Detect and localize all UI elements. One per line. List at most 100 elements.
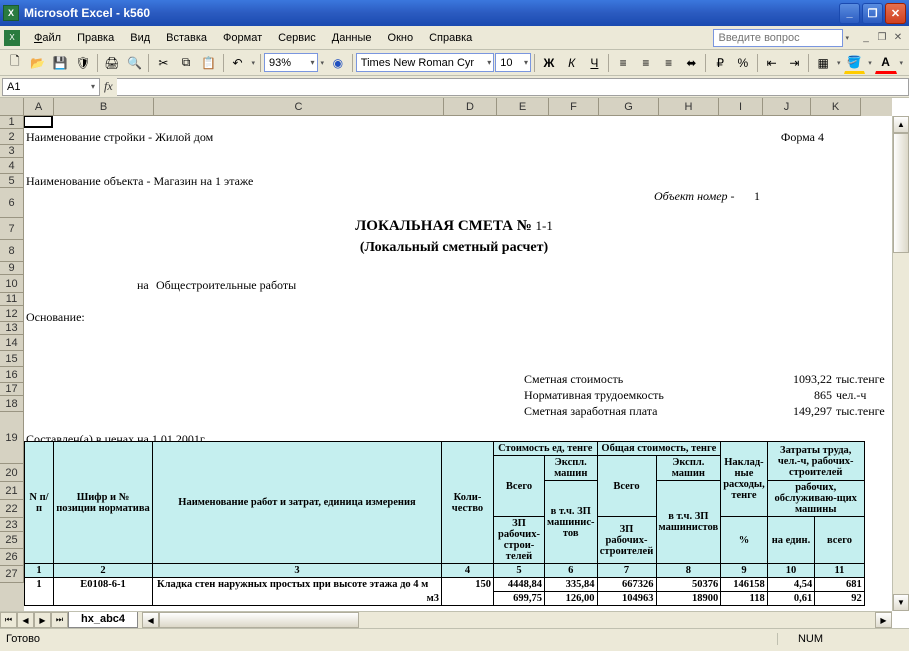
formula-input[interactable] [117,78,909,96]
row-header[interactable]: 12 [0,306,24,322]
align-center-icon[interactable]: ≡ [635,52,657,74]
hscroll-thumb[interactable] [159,612,359,628]
row-header[interactable]: 2 [0,129,24,145]
indent-increase-icon[interactable]: ⇥ [784,52,806,74]
row-header[interactable]: 27 [0,566,24,583]
row-header[interactable]: 6 [0,188,24,218]
column-header[interactable]: C [154,98,444,116]
row-header[interactable]: 15 [0,351,24,367]
sheet-tab-active[interactable]: hx_abc4 [68,612,138,628]
doc-restore-button[interactable]: ❐ [875,31,889,45]
menu-file[interactable]: Файл [26,29,69,47]
help-dropdown-icon[interactable]: ▾ [843,34,851,42]
fontsize-combo[interactable]: 10 [495,53,531,72]
align-left-icon[interactable]: ≡ [612,52,634,74]
column-header[interactable]: I [719,98,763,116]
row-header[interactable]: 22 [0,500,24,518]
doc-close-button[interactable]: ✕ [891,31,905,45]
row-header[interactable]: 25 [0,532,24,549]
tab-next-button[interactable]: ▶ [34,612,51,628]
print-preview-icon[interactable]: 🔍 [124,52,146,74]
scroll-up-button[interactable]: ▲ [893,116,909,133]
fillcolor-dropdown-icon[interactable]: ▾ [866,59,874,67]
column-header[interactable]: F [549,98,599,116]
align-right-icon[interactable]: ≡ [658,52,680,74]
row-header[interactable]: 11 [0,293,24,306]
cut-icon[interactable]: ✂ [152,52,174,74]
row-header[interactable]: 5 [0,174,24,188]
scroll-down-button[interactable]: ▼ [893,594,909,611]
borders-dropdown-icon[interactable]: ▾ [835,59,843,67]
close-button[interactable]: ✕ [885,3,906,24]
menu-view[interactable]: Вид [122,29,158,47]
open-file-icon[interactable]: 📂 [27,52,49,74]
tab-prev-button[interactable]: ◀ [17,612,34,628]
column-header[interactable]: H [659,98,719,116]
borders-icon[interactable]: ▦ [812,52,834,74]
undo-dropdown-icon[interactable]: ▾ [249,59,257,67]
row-header[interactable]: 17 [0,383,24,396]
bold-icon[interactable]: Ж [538,52,560,74]
column-header[interactable]: K [811,98,861,116]
indent-decrease-icon[interactable]: ⇤ [761,52,783,74]
maximize-button[interactable]: ❐ [862,3,883,24]
menu-insert[interactable]: Вставка [158,29,215,47]
column-header[interactable]: B [54,98,154,116]
row-header[interactable]: 14 [0,335,24,351]
tab-first-button[interactable]: ⏮ [0,612,17,628]
fontcolor-dropdown-icon[interactable]: ▾ [898,59,906,67]
row-header[interactable]: 8 [0,240,24,262]
row-header[interactable]: 19 [0,412,24,464]
row-header[interactable]: 23 [0,518,24,532]
row-header[interactable]: 20 [0,464,24,482]
vscroll-thumb[interactable] [893,133,909,253]
percent-icon[interactable]: % [732,52,754,74]
merge-center-icon[interactable]: ⬌ [681,52,703,74]
menu-edit[interactable]: Правка [69,29,122,47]
help-icon[interactable]: ◉ [327,52,349,74]
row-header[interactable]: 21 [0,482,24,500]
paste-icon[interactable]: 📋 [198,52,220,74]
menu-format[interactable]: Формат [215,29,270,47]
new-file-icon[interactable]: 🗋 [4,52,26,74]
italic-icon[interactable]: К [561,52,583,74]
scroll-right-button[interactable]: ▶ [875,612,892,628]
menu-tools[interactable]: Сервис [270,29,324,47]
minimize-button[interactable]: _ [839,3,860,24]
zoom-combo[interactable]: 93% [264,53,318,72]
scroll-left-button[interactable]: ◀ [142,612,159,628]
tab-last-button[interactable]: ⏭ [51,612,68,628]
font-combo[interactable]: Times New Roman Cyr [356,53,494,72]
help-search-input[interactable] [713,29,843,47]
doc-minimize-button[interactable]: _ [859,31,873,45]
permissions-icon[interactable]: 🛡 [72,52,94,74]
underline-icon[interactable]: Ч [584,52,606,74]
select-all-corner[interactable] [0,98,24,116]
row-header[interactable]: 10 [0,275,24,293]
copy-icon[interactable]: ⧉ [175,52,197,74]
undo-icon[interactable]: ↶ [227,52,249,74]
print-icon[interactable]: 🖨 [101,52,123,74]
fx-button[interactable]: fx [104,79,113,94]
save-icon[interactable]: 💾 [50,52,72,74]
row-header[interactable]: 3 [0,145,24,158]
column-header[interactable]: G [599,98,659,116]
name-box[interactable]: A1 [2,78,100,96]
menu-data[interactable]: Данные [324,29,380,47]
row-header[interactable]: 7 [0,218,24,240]
fillcolor-icon[interactable]: 🪣 [844,52,866,74]
row-header[interactable]: 9 [0,262,24,275]
fontcolor-icon[interactable]: A [875,52,897,74]
horizontal-scrollbar[interactable]: ◀ ▶ [142,612,892,628]
row-header[interactable]: 16 [0,367,24,383]
menu-help[interactable]: Справка [421,29,480,47]
row-header[interactable]: 26 [0,549,24,566]
menu-window[interactable]: Окно [380,29,422,47]
row-header[interactable]: 4 [0,158,24,174]
currency-icon[interactable]: ₽ [709,52,731,74]
column-header[interactable]: E [497,98,549,116]
sheet-content[interactable]: Форма 4 Наименование стройки - Жилой дом… [24,116,892,611]
zoom-dropdown-icon[interactable]: ▾ [319,59,327,67]
row-header[interactable]: 18 [0,396,24,412]
row-header[interactable]: 13 [0,322,24,335]
